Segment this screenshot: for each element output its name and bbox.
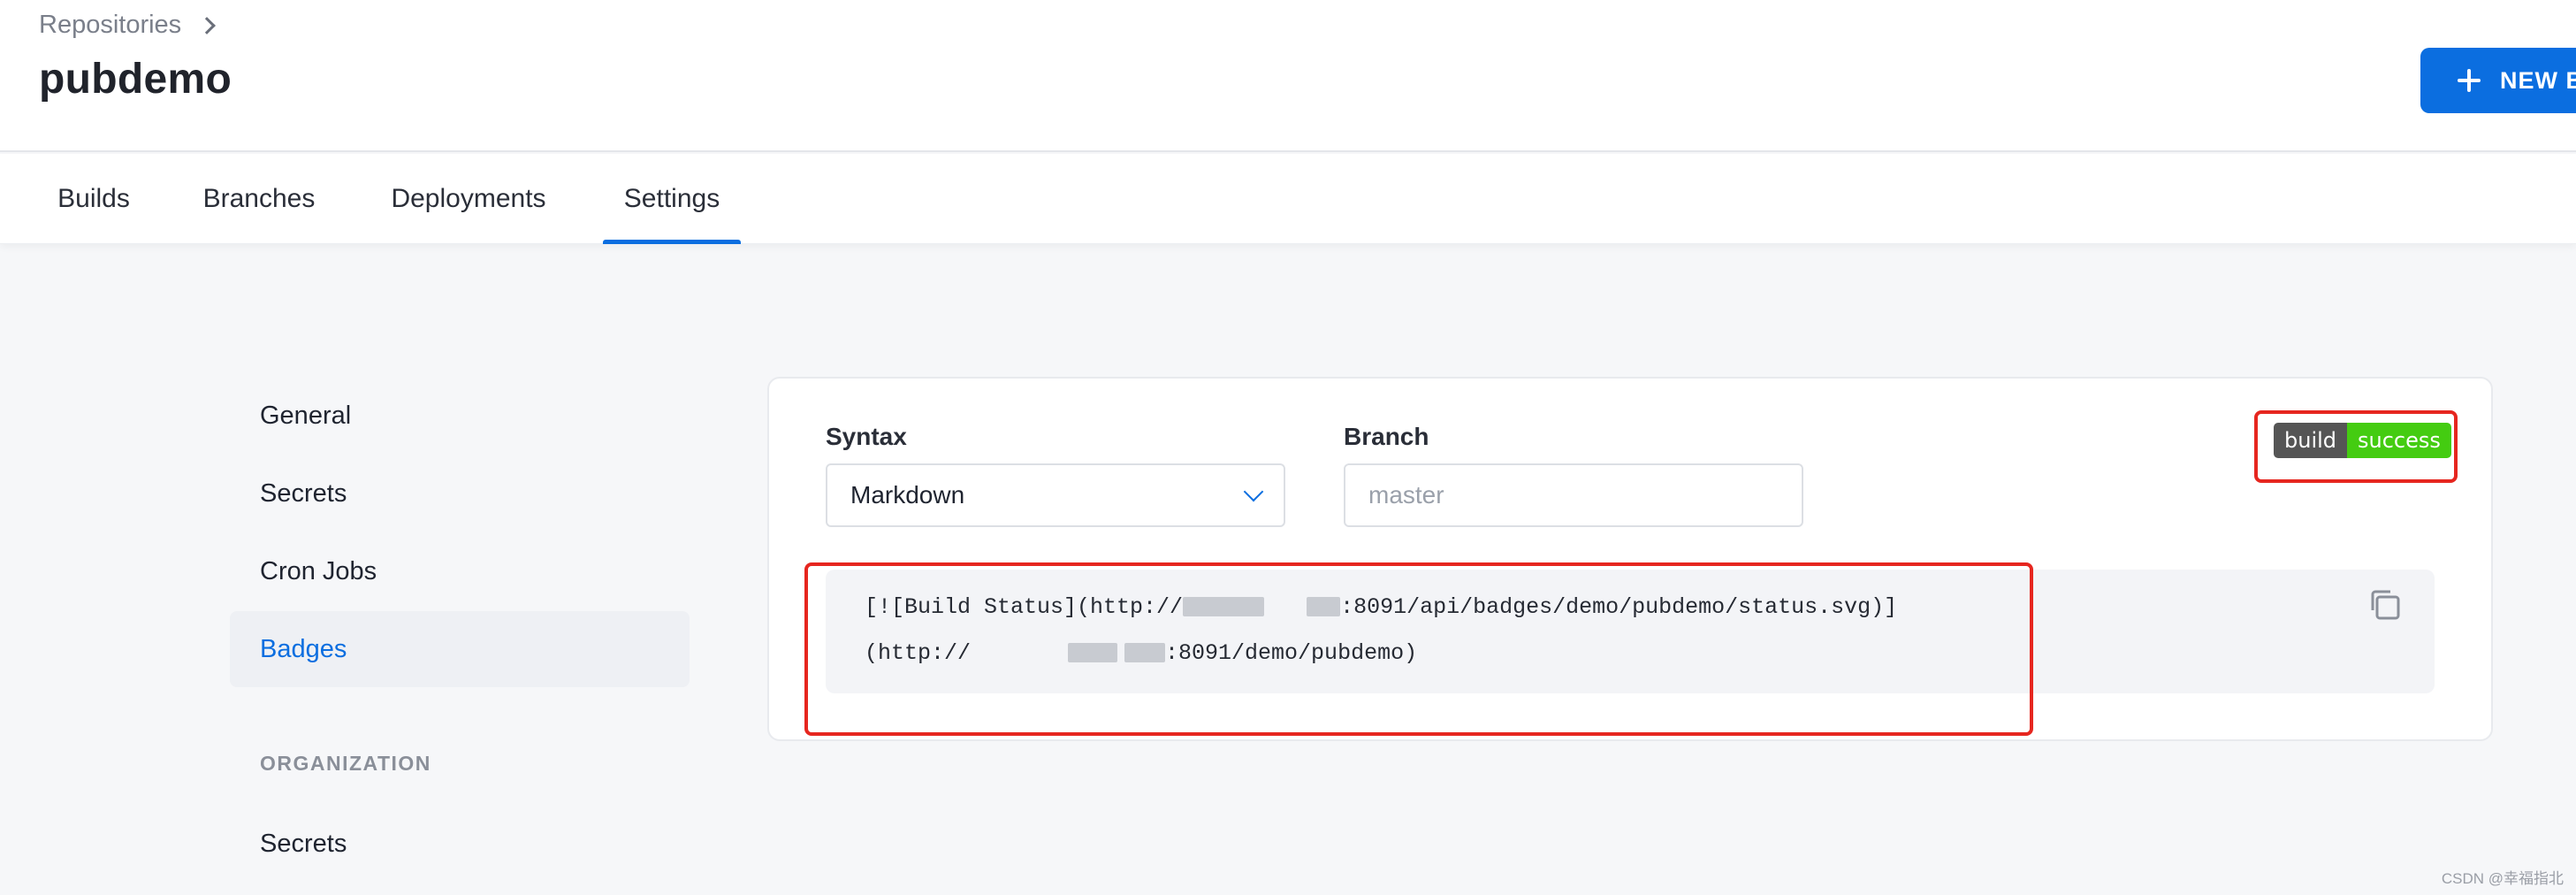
- sidebar-item-badges[interactable]: Badges: [230, 611, 690, 687]
- branch-label: Branch: [1344, 423, 1429, 450]
- syntax-select-value: Markdown: [850, 481, 965, 509]
- page: Repositories pubdemo NEW B Builds Branch…: [0, 0, 2576, 895]
- repo-tabs: Builds Branches Deployments Settings: [0, 154, 2576, 244]
- sidebar-heading-organization: ORGANIZATION: [260, 752, 431, 775]
- sidebar-item-org-secrets[interactable]: Secrets: [230, 806, 690, 882]
- chevron-right-icon: [198, 17, 217, 34]
- page-title: pubdemo: [39, 56, 232, 103]
- sidebar-item-secrets[interactable]: Secrets: [230, 455, 690, 532]
- annotation-badge-highlight: [2254, 410, 2458, 483]
- new-build-button[interactable]: NEW B: [2420, 48, 2576, 113]
- sidebar-item-general[interactable]: General: [230, 378, 690, 454]
- copy-icon[interactable]: [2366, 585, 2405, 624]
- syntax-label: Syntax: [826, 423, 907, 450]
- syntax-select[interactable]: Markdown: [826, 463, 1285, 527]
- plus-icon: [2458, 69, 2481, 92]
- breadcrumb: Repositories: [39, 7, 217, 42]
- annotation-code-highlight: [804, 562, 2033, 736]
- watermark: CSDN @幸福指北: [2441, 870, 2564, 887]
- tab-branches[interactable]: Branches: [189, 154, 329, 244]
- sidebar-item-cron-jobs[interactable]: Cron Jobs: [230, 533, 690, 609]
- branch-input[interactable]: [1344, 463, 1803, 527]
- page-header: Repositories pubdemo NEW B: [0, 0, 2576, 152]
- tab-builds[interactable]: Builds: [39, 154, 149, 244]
- breadcrumb-link-repositories[interactable]: Repositories: [39, 11, 181, 40]
- tab-settings[interactable]: Settings: [603, 154, 741, 244]
- tab-deployments[interactable]: Deployments: [371, 154, 566, 244]
- new-button-label: NEW B: [2500, 66, 2576, 94]
- chevron-down-icon: [1243, 481, 1264, 502]
